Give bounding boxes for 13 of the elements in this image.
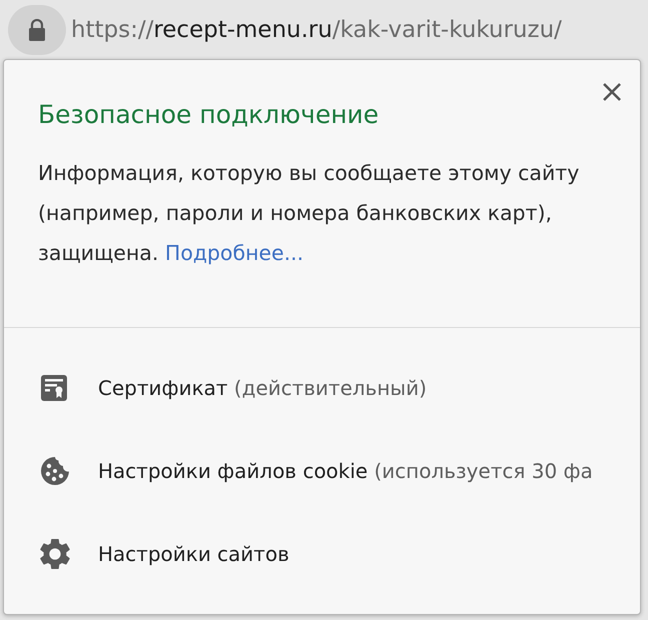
lock-icon	[28, 18, 46, 40]
settings-icon	[40, 538, 70, 568]
site-info-button[interactable]	[8, 4, 66, 54]
close-icon	[602, 82, 622, 102]
description-text: Информация, которую вы сообщаете этому сайту (например, пароли и номера банковских карт), защищена. Подробнее...	[38, 160, 580, 267]
popup-title: Безопасное подключение	[38, 99, 379, 131]
cookie-icon	[40, 456, 70, 486]
menu-item[interactable]: Настройки файлов cookie (используется 30 фа	[4, 429, 640, 512]
url-text[interactable]: https://recept-menu.ru/kak-varit-kukuruzu/	[71, 14, 562, 44]
learn-more-link[interactable]: Подробнее...	[165, 241, 304, 265]
menu-item[interactable]: Сертификат (действительный)	[4, 346, 640, 429]
certificate-icon	[40, 374, 68, 402]
menu-item[interactable]: Настройки сайтов	[4, 512, 640, 595]
